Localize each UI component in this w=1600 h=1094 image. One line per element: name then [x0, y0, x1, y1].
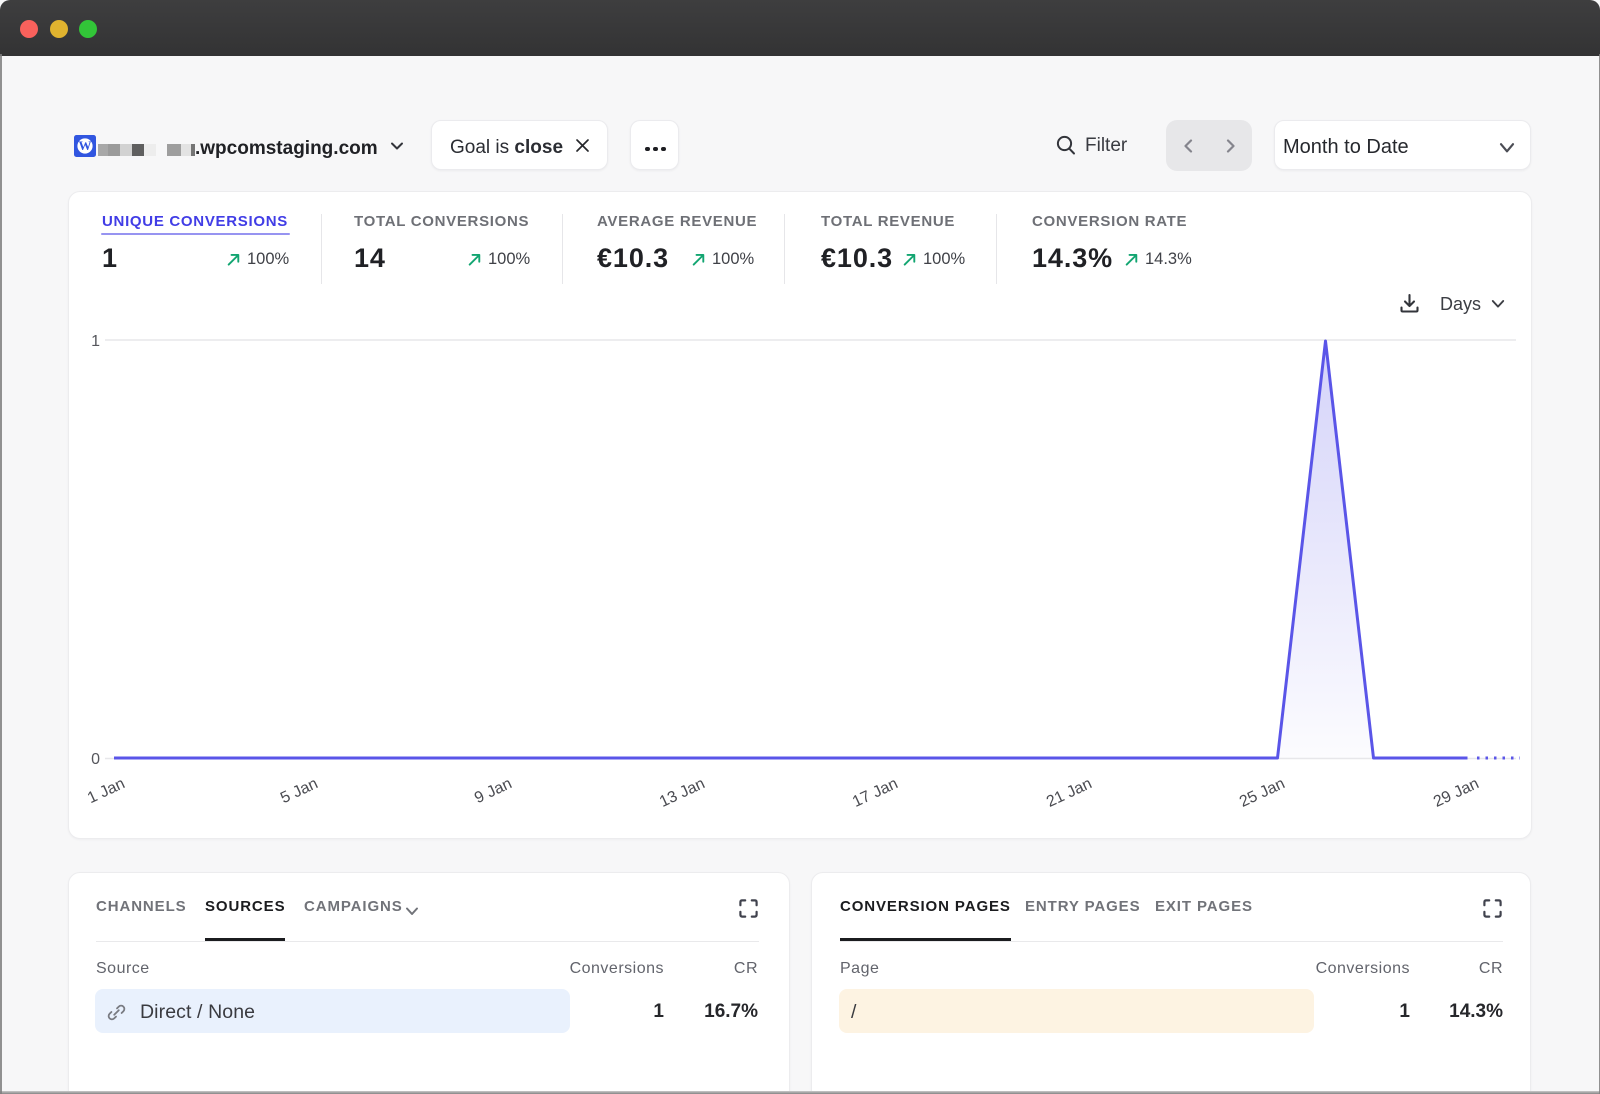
- svg-text:0: 0: [91, 751, 100, 768]
- svg-text:29 Jan: 29 Jan: [1431, 775, 1482, 811]
- svg-text:21 Jan: 21 Jan: [1044, 775, 1095, 811]
- svg-text:1 Jan: 1 Jan: [85, 775, 128, 807]
- svg-text:W: W: [79, 138, 92, 153]
- svg-text:9 Jan: 9 Jan: [472, 775, 515, 807]
- svg-text:17 Jan: 17 Jan: [850, 775, 901, 811]
- svg-text:25 Jan: 25 Jan: [1237, 775, 1288, 811]
- svg-text:5 Jan: 5 Jan: [278, 775, 321, 807]
- svg-text:13 Jan: 13 Jan: [657, 775, 708, 811]
- svg-text:1: 1: [91, 333, 100, 350]
